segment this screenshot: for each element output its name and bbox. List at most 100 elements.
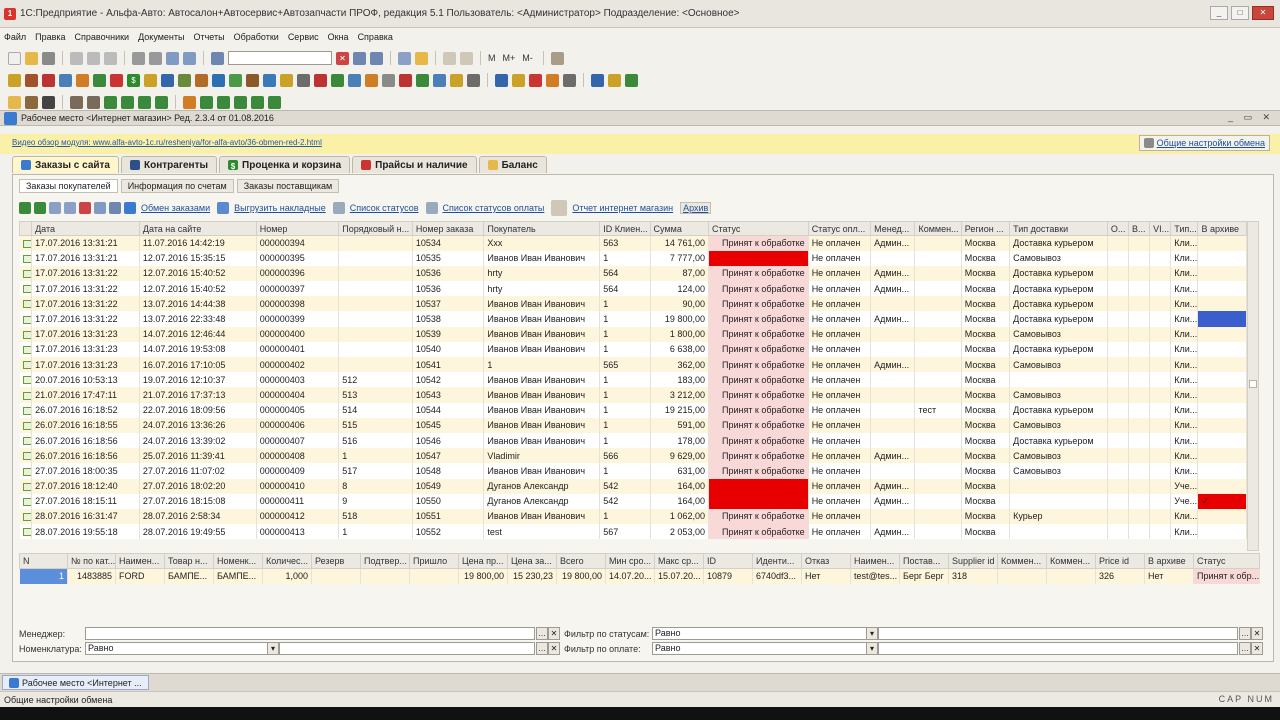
tab-pricing-cart[interactable]: $ Проценка и корзина [219, 156, 351, 173]
tab-site-orders[interactable]: Заказы с сайта [12, 156, 119, 173]
search-input[interactable] [228, 51, 332, 65]
detail-column-header[interactable]: Цена пр... [458, 553, 508, 569]
manager-input[interactable] [85, 627, 535, 640]
table-row[interactable]: 26.07.2016 16:18:56 25.07.2016 11:39:41 00… [19, 448, 1247, 464]
print-icon[interactable] [132, 51, 145, 65]
menu-processing[interactable]: Обработки [234, 32, 279, 42]
service-icon-10[interactable] [183, 95, 196, 109]
table-row[interactable]: 28.07.2016 16:31:47 28.07.2016 2:58:34 000… [19, 508, 1247, 525]
window-list-icon[interactable] [398, 51, 411, 65]
exchange-settings-button[interactable]: Общие настройки обмена [1138, 135, 1270, 151]
menu-file[interactable]: Файл [4, 32, 26, 42]
column-header[interactable]: Тип доставки [1009, 221, 1108, 236]
cut-icon[interactable] [70, 51, 83, 65]
table-row[interactable]: 17.07.2016 13:31:23 14.07.2016 12:46:44 00… [19, 326, 1247, 342]
module-icon-12[interactable] [195, 73, 208, 87]
module-icon-25[interactable] [416, 73, 429, 87]
nomenclature-dropdown[interactable]: ▾ [267, 642, 279, 655]
scrollbar-thumb[interactable] [1249, 380, 1257, 388]
service-icon-11[interactable] [200, 95, 213, 109]
clear-filter-icon[interactable] [79, 202, 91, 214]
service-icon-15[interactable] [268, 95, 281, 109]
menu-service[interactable]: Сервис [288, 32, 319, 42]
module-icon-28[interactable] [467, 73, 480, 87]
detail-column-header[interactable]: Постав... [899, 553, 949, 569]
detail-column-header[interactable]: Товар н... [164, 553, 214, 569]
table-row[interactable]: 17.07.2016 13:31:22 13.07.2016 22:33:48 00… [19, 311, 1247, 327]
tab-pricelists[interactable]: Прайсы и наличие [352, 156, 477, 173]
payment-status-list-link[interactable]: Список статусов оплаты [443, 203, 545, 213]
detail-column-header[interactable]: Макс ср... [654, 553, 704, 569]
menu-reports[interactable]: Отчеты [193, 32, 224, 42]
module-icon-18[interactable] [297, 73, 310, 87]
table-row[interactable]: 26.07.2016 16:18:56 24.07.2016 13:39:02 00… [19, 432, 1247, 449]
column-header[interactable]: Дата на сайте [138, 221, 257, 236]
service-icon-5[interactable] [87, 95, 100, 109]
refresh-icon[interactable] [34, 202, 46, 214]
tips-icon[interactable] [550, 51, 564, 65]
folder-icon[interactable] [608, 73, 621, 87]
detail-column-header[interactable]: Отказ [801, 553, 851, 569]
detail-column-header[interactable]: Количес... [262, 553, 312, 569]
detail-column-header[interactable]: Цена за... [507, 553, 557, 569]
service-icon-1[interactable] [8, 95, 21, 109]
status-list-link[interactable]: Список статусов [350, 203, 419, 213]
nomenclature-input[interactable] [279, 642, 535, 655]
module-icon-14[interactable] [229, 73, 242, 87]
table-row[interactable]: 26.07.2016 16:18:55 24.07.2016 13:36:26 00… [19, 417, 1247, 433]
payment-filter-input[interactable] [878, 642, 1238, 655]
detail-column-header[interactable]: N [19, 553, 68, 569]
module-icon-10[interactable] [161, 73, 174, 87]
store-report-link[interactable]: Отчет интернет магазин [572, 203, 673, 213]
detail-column-header[interactable]: Коммен... [997, 553, 1047, 569]
module-icon-13[interactable] [212, 73, 225, 87]
calculator-icon[interactable] [443, 51, 456, 65]
table-row[interactable]: 27.07.2016 18:00:35 27.07.2016 11:07:02 00… [19, 463, 1247, 479]
copy-icon[interactable] [87, 51, 100, 65]
module-icon-5[interactable] [76, 73, 89, 87]
status-filter-mode[interactable]: Равно [652, 627, 878, 640]
subtab-supplier-orders[interactable]: Заказы поставщикам [236, 179, 340, 193]
module-icon-24[interactable] [399, 73, 412, 87]
link-icon[interactable] [94, 202, 106, 214]
detail-column-header[interactable]: Price id [1095, 553, 1145, 569]
module-icon-30[interactable] [512, 73, 525, 87]
detail-column-header[interactable]: Номенк... [213, 553, 263, 569]
detail-column-header[interactable]: Мин сро... [605, 553, 655, 569]
paste-icon[interactable] [104, 51, 117, 65]
payment-filter-select-button[interactable]: … [1239, 642, 1251, 655]
module-icon-19[interactable] [314, 73, 327, 87]
dollar-icon[interactable]: $ [127, 73, 140, 87]
detail-row[interactable]: 1 1483885 FORD БАМПЕ... БАМПЕ... 1,000 19 800,… [19, 568, 1260, 584]
table-row[interactable]: 17.07.2016 13:31:23 16.07.2016 17:10:05 00… [19, 357, 1247, 373]
status-filter-select-button[interactable]: … [1239, 627, 1251, 640]
menu-references[interactable]: Справочники [75, 32, 130, 42]
new-document-icon[interactable] [8, 51, 21, 65]
menu-windows[interactable]: Окна [328, 32, 349, 42]
book-icon[interactable] [591, 73, 604, 87]
service-icon-9[interactable] [155, 95, 168, 109]
manager-select-button[interactable]: … [536, 627, 548, 640]
detail-column-header[interactable]: Пришло [409, 553, 459, 569]
status-filter-clear-button[interactable]: ✕ [1251, 627, 1263, 640]
table-row[interactable]: 26.07.2016 16:18:52 22.07.2016 18:09:56 00… [19, 402, 1247, 418]
module-icon-1[interactable] [8, 73, 21, 87]
module-icon-4[interactable] [59, 73, 72, 87]
detail-column-header[interactable]: Статус [1193, 553, 1260, 569]
table-row[interactable]: 17.07.2016 13:31:21 11.07.2016 14:42:19 00… [19, 235, 1247, 251]
archive-button[interactable]: Архив [680, 202, 712, 214]
detail-column-header[interactable]: ID [703, 553, 753, 569]
filter-icon[interactable] [49, 202, 61, 214]
column-header[interactable]: ID Клиен... [599, 221, 651, 236]
taskbar-item-workplace[interactable]: Рабочее место <Интернет ... [2, 675, 149, 690]
tab-contractors[interactable]: Контрагенты [121, 156, 218, 173]
service-icon-6[interactable] [104, 95, 117, 109]
detail-column-header[interactable]: Иденти... [752, 553, 802, 569]
memory-button[interactable]: М [488, 53, 496, 63]
column-header[interactable]: Покупатель [483, 221, 601, 236]
module-icon-15[interactable] [246, 73, 259, 87]
document-window-controls[interactable]: _ ▭ ✕ [1228, 112, 1274, 123]
preview-icon[interactable] [149, 51, 162, 65]
nomenclature-mode[interactable]: Равно [85, 642, 279, 655]
status-filter-input[interactable] [878, 627, 1238, 640]
